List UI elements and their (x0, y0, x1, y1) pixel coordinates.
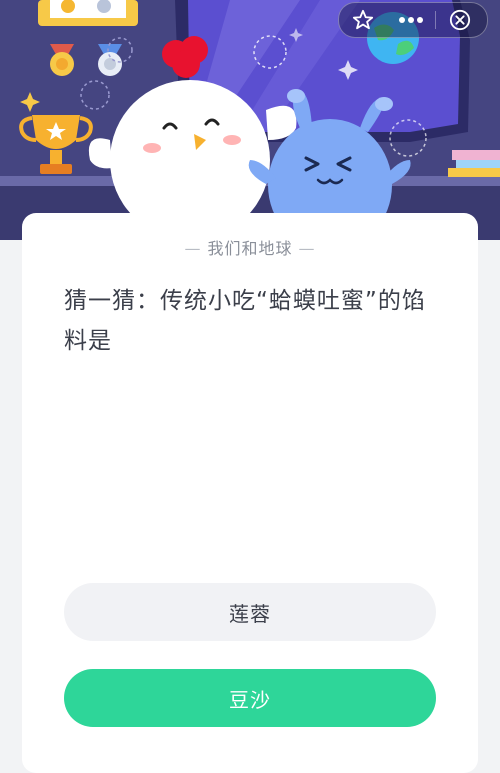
answer-option-1[interactable]: 莲蓉 (64, 583, 436, 641)
question-card: — 我们和地球 — 猜一猜：传统小吃“蛤蟆吐蜜”的馅料是 莲蓉 豆沙 (22, 213, 478, 773)
star-icon (352, 9, 374, 30)
header-illustration (0, 0, 500, 240)
category-label: — 我们和地球 — (22, 235, 478, 259)
close-circle-icon (449, 9, 471, 31)
gold-medal-icon (50, 44, 74, 76)
category-dash-right: — (298, 239, 316, 258)
toolbar-capsule (338, 2, 488, 38)
trophy-box-icon (38, 0, 138, 26)
question-text: 猜一猜：传统小吃“蛤蟆吐蜜”的馅料是 (64, 288, 426, 354)
favorite-button[interactable] (339, 3, 387, 37)
category-dash-left: — (184, 239, 202, 258)
silver-medal-icon (98, 44, 122, 76)
category-text: 我们和地球 (207, 239, 293, 258)
more-button[interactable] (387, 3, 435, 37)
more-dots-icon (399, 17, 423, 23)
answer-option-2[interactable]: 豆沙 (64, 669, 436, 727)
close-button[interactable] (436, 3, 484, 37)
